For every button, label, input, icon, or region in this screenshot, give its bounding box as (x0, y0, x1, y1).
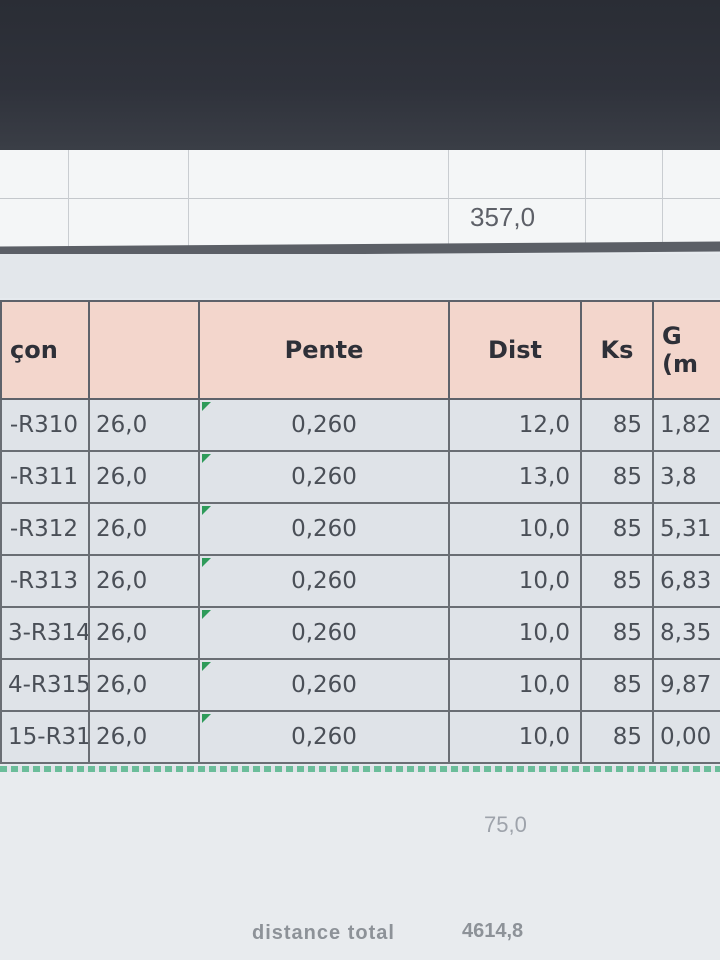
value-cell[interactable]: 26,0 (88, 710, 200, 764)
troncon-cell[interactable]: -R313 (0, 554, 90, 608)
cell-comment-marker (202, 506, 211, 515)
troncon-cell[interactable]: -R310 (0, 398, 90, 452)
dist-cell[interactable]: 12,0 (448, 398, 582, 452)
upper-total-cell[interactable]: 357,0 (470, 202, 535, 233)
subtotal-cell[interactable]: 75,0 (484, 812, 527, 838)
pente-cell[interactable]: 0,260 (198, 450, 450, 504)
dist-cell[interactable]: 10,0 (448, 658, 582, 712)
g-cell[interactable]: 8,35 (652, 606, 720, 660)
cell-comment-marker (202, 714, 211, 723)
table-row: 4-R315 26,0 0,260 10,0 85 9,87 (0, 658, 720, 712)
dist-cell[interactable]: 10,0 (448, 502, 582, 556)
col-header-ks[interactable]: Ks (580, 300, 654, 400)
ks-cell[interactable]: 85 (580, 710, 654, 764)
ks-cell[interactable]: 85 (580, 554, 654, 608)
col-header-g[interactable]: G (m (652, 300, 720, 400)
troncon-cell[interactable]: -R311 (0, 450, 90, 504)
g-cell[interactable]: 6,83 (652, 554, 720, 608)
ks-cell[interactable]: 85 (580, 606, 654, 660)
value-cell[interactable]: 26,0 (88, 658, 200, 712)
pipe-table: çon Pente Dist Ks G (m -R310 26,0 0,260 12,… (0, 300, 720, 764)
table-row: -R312 26,0 0,260 10,0 85 5,31 (0, 502, 720, 556)
distance-total-label: distance total (252, 922, 395, 944)
cell-comment-marker (202, 558, 211, 567)
cell-comment-marker (202, 402, 211, 411)
pente-cell[interactable]: 0,260 (198, 658, 450, 712)
pente-cell[interactable]: 0,260 (198, 606, 450, 660)
col-header-pente[interactable]: Pente (198, 300, 450, 400)
value-cell[interactable]: 26,0 (88, 606, 200, 660)
pente-cell[interactable]: 0,260 (198, 502, 450, 556)
table-row: 15-R31626,00,26010,0850,00 (0, 710, 720, 764)
dist-cell[interactable]: 10,0 (448, 606, 582, 660)
value-cell[interactable]: 26,0 (88, 502, 200, 556)
troncon-cell[interactable]: 3-R314 (0, 606, 90, 660)
g-cell[interactable]: 3,8 (652, 450, 720, 504)
value-cell[interactable]: 26,0 (88, 554, 200, 608)
dist-cell[interactable]: 10,0 (448, 710, 582, 764)
dist-cell[interactable]: 10,0 (448, 554, 582, 608)
table-row: -R310 26,0 0,260 12,0 85 1,82 (0, 398, 720, 452)
value-cell[interactable]: 26,0 (88, 450, 200, 504)
ks-cell[interactable]: 85 (580, 398, 654, 452)
col-header-blank[interactable] (88, 300, 200, 400)
ks-cell[interactable]: 85 (580, 658, 654, 712)
upper-grid (0, 150, 720, 250)
pente-cell[interactable]: 0,260 (198, 710, 450, 764)
troncon-cell[interactable]: 15-R316 (0, 710, 90, 764)
table-row: -R313 26,0 0,260 10,0 85 6,83 (0, 554, 720, 608)
pente-cell[interactable]: 0,260 (198, 398, 450, 452)
troncon-cell[interactable]: -R312 (0, 502, 90, 556)
g-cell[interactable]: 1,82 (652, 398, 720, 452)
dist-cell[interactable]: 13,0 (448, 450, 582, 504)
distance-total-value[interactable]: 4614,8 (462, 920, 523, 943)
troncon-cell[interactable]: 4-R315 (0, 658, 90, 712)
g-cell[interactable]: 5,31 (652, 502, 720, 556)
table-row: 3-R314 26,0 0,260 10,0 85 8,35 (0, 606, 720, 660)
table-header-row: çon Pente Dist Ks G (m (0, 300, 720, 400)
pente-cell[interactable]: 0,260 (198, 554, 450, 608)
value-cell[interactable]: 26,0 (88, 398, 200, 452)
col-header-troncon[interactable]: çon (0, 300, 90, 400)
gap-band (0, 254, 720, 298)
ks-cell[interactable]: 85 (580, 502, 654, 556)
cell-comment-marker (202, 454, 211, 463)
ks-cell[interactable]: 85 (580, 450, 654, 504)
cell-comment-marker (202, 610, 211, 619)
cell-comment-marker (202, 662, 211, 671)
g-cell[interactable]: 0,00 (652, 710, 720, 764)
g-cell[interactable]: 9,87 (652, 658, 720, 712)
col-header-dist[interactable]: Dist (448, 300, 582, 400)
screen-glare (0, 0, 720, 160)
table-row: -R311 26,0 0,260 13,0 85 3,8 (0, 450, 720, 504)
